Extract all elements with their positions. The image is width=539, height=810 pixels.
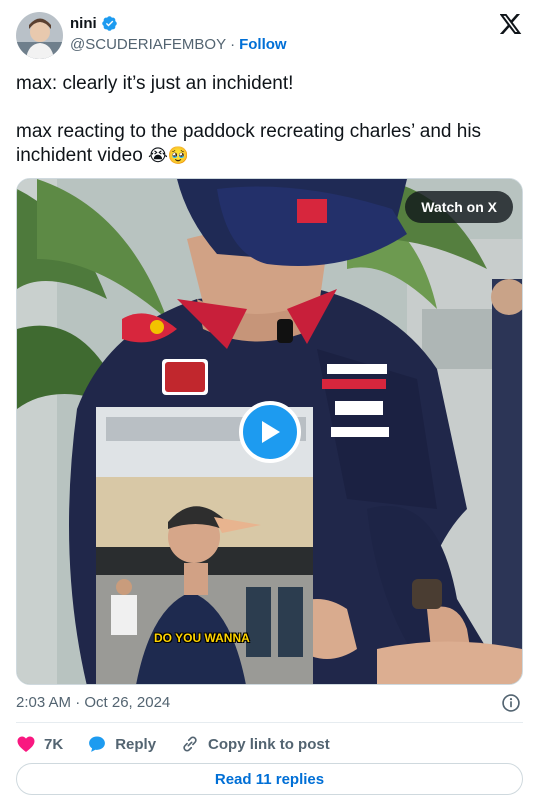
play-icon xyxy=(262,421,280,443)
crying-emoji-icon: 😭🥹 xyxy=(148,146,190,166)
author-handle-row: @SCUDERIAFEMBOY · Follow xyxy=(70,36,287,53)
read-replies-button[interactable]: Read 11 replies xyxy=(16,763,523,795)
watch-on-x-button[interactable]: Watch on X xyxy=(405,191,513,223)
tweet-text-line-2-text: max reacting to the paddock recreating c… xyxy=(16,121,482,166)
like-count: 7K xyxy=(44,735,64,753)
like-button[interactable]: 7K xyxy=(16,734,63,754)
reply-bubble-icon xyxy=(89,736,106,752)
reply-button[interactable]: Reply xyxy=(87,734,156,754)
avatar[interactable] xyxy=(16,12,63,59)
info-icon[interactable] xyxy=(501,693,521,713)
divider xyxy=(16,722,523,723)
author-display-name[interactable]: nini xyxy=(70,15,97,32)
copy-link-button[interactable]: Copy link to post xyxy=(180,734,330,754)
tweet-text-line-1: max: clearly it’s just an inchident! xyxy=(16,73,294,94)
reply-label: Reply xyxy=(115,735,157,753)
action-bar: 7K Reply Copy link to post xyxy=(16,732,354,756)
link-icon xyxy=(183,736,197,752)
separator-dot: · xyxy=(230,36,236,53)
verified-badge-icon xyxy=(101,15,118,32)
heart-icon xyxy=(17,736,35,752)
follow-button[interactable]: Follow xyxy=(239,36,287,53)
tweet-text-line-2: max reacting to the paddock recreating c… xyxy=(16,120,516,168)
video-media[interactable]: DO YOU WANNA Watch on X xyxy=(16,178,523,685)
author-handle[interactable]: @SCUDERIAFEMBOY xyxy=(70,36,226,53)
author-name-row: nini xyxy=(70,15,118,32)
x-logo-icon[interactable] xyxy=(499,14,522,34)
tweet-card: nini @SCUDERIAFEMBOY · Follow max: clear… xyxy=(0,0,539,810)
play-button[interactable] xyxy=(239,401,301,463)
timestamp[interactable]: 2:03 AM · Oct 26, 2024 xyxy=(16,694,170,711)
copy-link-label: Copy link to post xyxy=(208,735,330,753)
tweet-text: max: clearly it’s just an inchident! max… xyxy=(16,72,516,168)
video-caption: DO YOU WANNA xyxy=(154,631,250,645)
